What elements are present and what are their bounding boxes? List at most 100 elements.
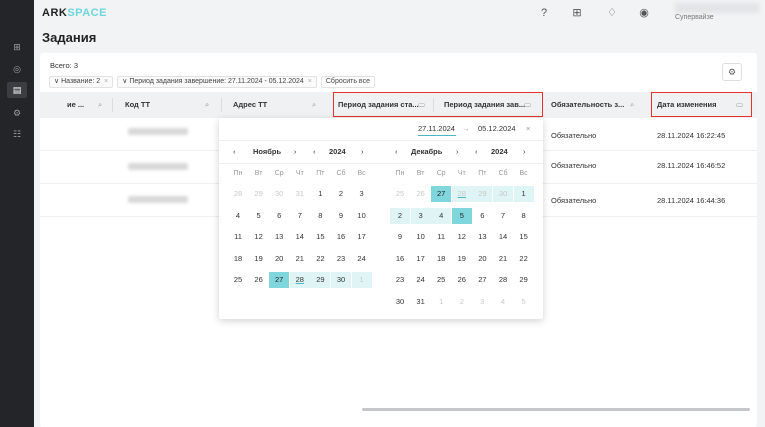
calendar-day[interactable]: 31	[290, 186, 310, 202]
calendar-day[interactable]: 28	[451, 186, 472, 202]
calendar-day[interactable]: 19	[452, 251, 472, 267]
right-month-label[interactable]: Декабрь	[411, 147, 442, 156]
calendar-day[interactable]: 30	[390, 294, 410, 310]
calendar-day[interactable]: 2	[452, 294, 472, 310]
calendar-day[interactable]: 5	[451, 207, 472, 224]
calendar-day[interactable]: 9	[390, 229, 410, 245]
calendar-day[interactable]: 1	[310, 186, 330, 202]
column-header-address[interactable]: Адрес ТТ	[233, 92, 267, 118]
calendar-day[interactable]: 24	[352, 251, 372, 267]
chevron-left-icon[interactable]: ‹	[395, 147, 398, 156]
table-settings-button[interactable]: ⚙	[722, 63, 742, 81]
calendar-day[interactable]: 7	[493, 208, 513, 224]
calendar-day[interactable]: 24	[411, 272, 431, 288]
search-icon[interactable]: ⌕	[205, 92, 209, 118]
calendar-day[interactable]: 14	[290, 229, 310, 245]
calendar-day[interactable]: 15	[514, 229, 534, 245]
calendar-day[interactable]: 13	[269, 229, 289, 245]
search-icon[interactable]: ⌕	[312, 92, 316, 118]
filter-chip-name[interactable]: ∨ Название: 2 ×	[49, 76, 114, 88]
calendar-day[interactable]: 12	[249, 229, 269, 245]
reset-filters-button[interactable]: Сбросить все	[320, 76, 375, 88]
calendar-day[interactable]: 5	[249, 208, 269, 224]
range-start-input[interactable]: 27.11.2024	[418, 124, 455, 133]
calendar-day[interactable]: 26	[411, 186, 431, 202]
compass-icon[interactable]: ◉	[637, 6, 651, 20]
calendar-day[interactable]: 10	[352, 208, 372, 224]
chevron-left-icon[interactable]: ‹	[313, 147, 316, 156]
calendar-day[interactable]: 26	[249, 272, 269, 288]
calendar-day[interactable]: 6	[472, 208, 492, 224]
range-end-input[interactable]: 05.12.2024	[478, 124, 516, 133]
close-icon[interactable]: ×	[308, 78, 312, 85]
calendar-day[interactable]: 28	[493, 272, 513, 288]
calendar-day[interactable]: 30	[331, 272, 351, 288]
calendar-day[interactable]: 13	[472, 229, 492, 245]
calendar-day[interactable]: 18	[228, 251, 248, 267]
calendar-day[interactable]: 1	[351, 272, 372, 288]
support-icon[interactable]: ?	[537, 6, 551, 20]
calendar-day[interactable]: 4	[431, 207, 452, 224]
calendar-day[interactable]: 8	[514, 208, 534, 224]
calendar-day[interactable]: 20	[269, 251, 289, 267]
calendar-day[interactable]: 29	[249, 186, 269, 202]
chevron-right-icon[interactable]: ›	[294, 147, 297, 156]
user-profile[interactable]: Супервайзе	[675, 3, 761, 23]
calendar-day[interactable]: 28	[289, 272, 310, 288]
calendar-day[interactable]: 3	[352, 186, 372, 202]
column-header-name[interactable]: ие ...	[67, 92, 84, 118]
database-icon[interactable]: ◎	[9, 62, 25, 76]
calendar-day[interactable]: 9	[331, 208, 351, 224]
close-icon[interactable]: ×	[104, 78, 108, 85]
chevron-left-icon[interactable]: ‹	[475, 147, 478, 156]
calendar-day[interactable]: 11	[431, 229, 451, 245]
calendar-day[interactable]: 28	[228, 186, 248, 202]
users-icon[interactable]: ☷	[9, 127, 25, 141]
calendar-day[interactable]: 30	[269, 186, 289, 202]
calendar-day[interactable]: 20	[472, 251, 492, 267]
calendar-day[interactable]: 16	[390, 251, 410, 267]
calendar-day[interactable]: 5	[514, 294, 534, 310]
calendar-day[interactable]: 10	[411, 229, 431, 245]
calendar-day[interactable]: 26	[452, 272, 472, 288]
filter-chip-period[interactable]: ∨ Период задания завершение: 27.11.2024 …	[117, 76, 317, 88]
left-month-label[interactable]: Ноябрь	[253, 147, 281, 156]
calendar-day[interactable]: 27	[472, 272, 492, 288]
calendar-day[interactable]: 15	[310, 229, 330, 245]
calendar-day[interactable]: 11	[228, 229, 248, 245]
right-year-label[interactable]: 2024	[491, 147, 508, 156]
calendar-day[interactable]: 29	[472, 186, 493, 202]
calendar-day[interactable]: 2	[390, 207, 410, 224]
calendar-day[interactable]: 2	[331, 186, 351, 202]
apps-icon[interactable]: ⊞	[570, 6, 584, 20]
calendar-day[interactable]: 27	[431, 186, 452, 202]
calendar-day[interactable]: 14	[493, 229, 513, 245]
calendar-day[interactable]: 19	[249, 251, 269, 267]
logo[interactable]: ARKSPACE	[42, 7, 107, 19]
calendar-day[interactable]: 7	[290, 208, 310, 224]
chevron-left-icon[interactable]: ‹	[233, 147, 236, 156]
calendar-day[interactable]: 22	[514, 251, 534, 267]
calendar-day[interactable]: 1	[431, 294, 451, 310]
calendar-day[interactable]: 17	[411, 251, 431, 267]
calendar-day[interactable]: 4	[228, 208, 248, 224]
calendar-day[interactable]: 3	[472, 294, 492, 310]
calendar-day[interactable]: 29	[514, 272, 534, 288]
calendar-day[interactable]: 23	[390, 272, 410, 288]
calendar-day[interactable]: 4	[493, 294, 513, 310]
settings-icon[interactable]: ⚙	[9, 106, 25, 120]
chevron-right-icon[interactable]: ›	[456, 147, 459, 156]
calendar-day[interactable]: 8	[310, 208, 330, 224]
grid-icon[interactable]: ⊞	[9, 40, 25, 54]
calendar-day[interactable]: 21	[290, 251, 310, 267]
search-icon[interactable]: ⌕	[630, 92, 634, 118]
calendar-day[interactable]: 25	[390, 186, 410, 202]
calendar-day[interactable]: 25	[228, 272, 248, 288]
horizontal-scrollbar[interactable]	[362, 408, 750, 411]
calendar-day[interactable]: 21	[493, 251, 513, 267]
calendar-day[interactable]: 3	[410, 207, 431, 224]
clear-icon[interactable]: ×	[526, 124, 530, 133]
calendar-day[interactable]: 29	[310, 272, 331, 288]
calendar-day[interactable]: 31	[411, 294, 431, 310]
left-year-label[interactable]: 2024	[329, 147, 346, 156]
